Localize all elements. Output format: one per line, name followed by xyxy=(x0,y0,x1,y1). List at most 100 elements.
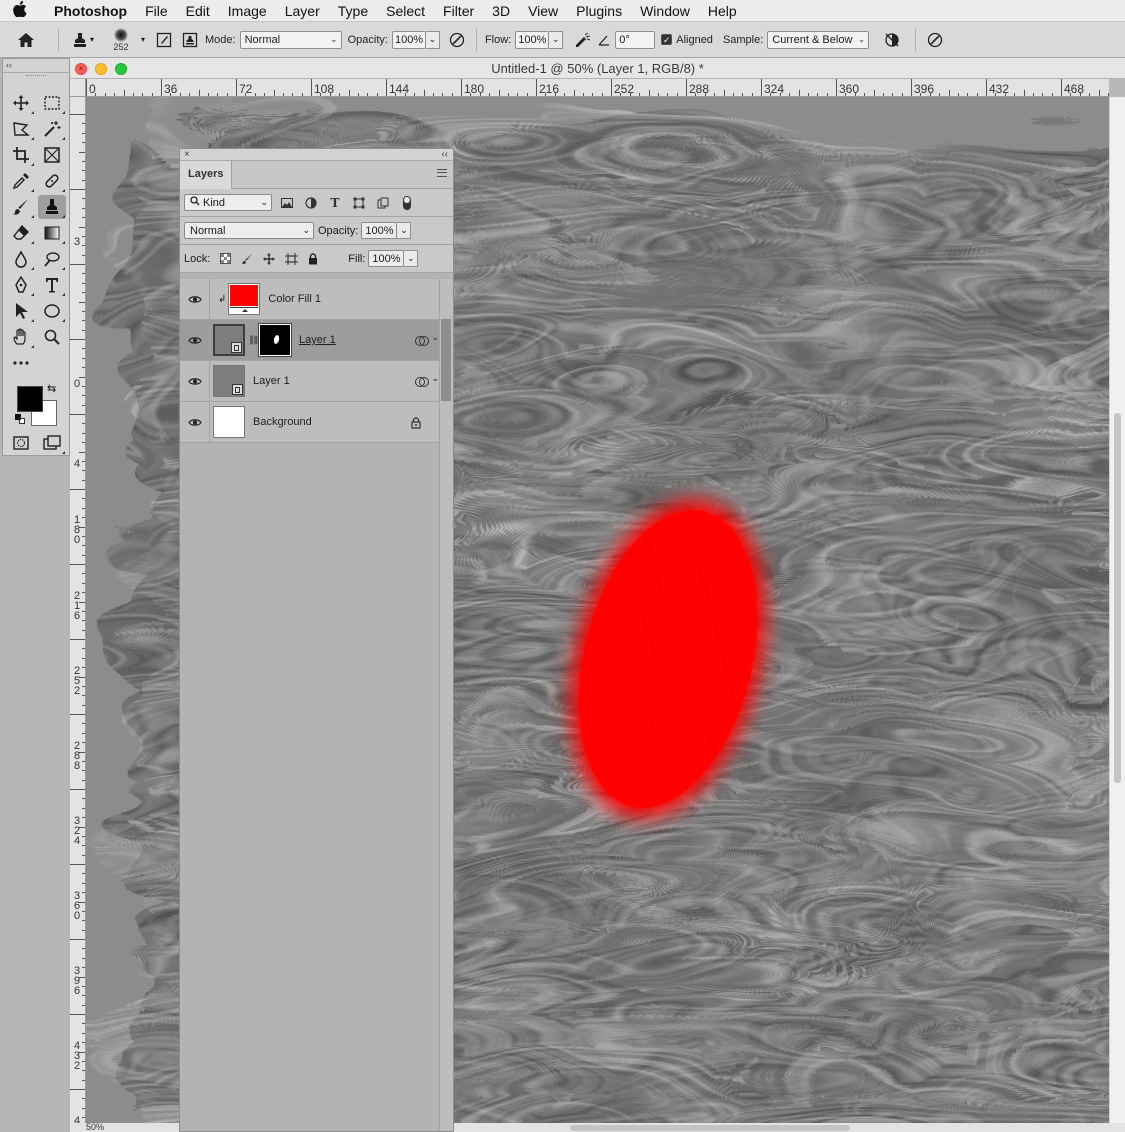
zoom-tool[interactable] xyxy=(38,325,66,349)
chevron-down-icon[interactable]: ⌄ xyxy=(431,373,439,384)
layer-name[interactable]: Background xyxy=(253,416,312,428)
menu-3d[interactable]: 3D xyxy=(483,0,519,22)
layer-thumbnail[interactable] xyxy=(213,406,245,438)
type-layer-filter-icon[interactable]: T xyxy=(326,194,344,212)
blend-mode-select[interactable]: Normal ⌄ xyxy=(184,222,314,239)
visibility-toggle[interactable] xyxy=(180,401,210,443)
scrollbar-thumb[interactable] xyxy=(441,319,451,401)
edit-toolbar-button[interactable] xyxy=(7,351,35,375)
zoom-level[interactable]: 50% xyxy=(86,1123,104,1132)
lock-image-pixels-icon[interactable] xyxy=(239,251,255,267)
layer-row-color-fill-1[interactable]: ↲ Color Fill 1 xyxy=(180,278,439,320)
eyedropper-tool[interactable] xyxy=(7,169,35,193)
layer-name[interactable]: Color Fill 1 xyxy=(268,293,321,305)
path-selection-tool[interactable] xyxy=(7,299,35,323)
vertical-scrollbar[interactable] xyxy=(1109,97,1125,1123)
vertical-ruler[interactable]: 3 0 4 180 216 252 288 324 360 396 432 46… xyxy=(70,97,86,1132)
menu-window[interactable]: Window xyxy=(631,0,699,22)
menu-plugins[interactable]: Plugins xyxy=(567,0,631,22)
angle-input[interactable]: 0° xyxy=(615,30,656,49)
brush-settings-toggle[interactable] xyxy=(151,27,177,53)
filter-toggle-icon[interactable] xyxy=(398,194,416,212)
blur-tool[interactable] xyxy=(7,247,35,271)
close-window-button[interactable]: × xyxy=(75,63,87,75)
panel-menu-icon[interactable] xyxy=(437,169,447,177)
menu-type[interactable]: Type xyxy=(329,0,377,22)
opacity-dropdown[interactable]: ⌄ xyxy=(425,30,440,49)
filter-kind-select[interactable]: Kind ⌄ xyxy=(184,194,272,211)
visibility-toggle[interactable] xyxy=(180,360,210,402)
pressure-opacity-toggle[interactable] xyxy=(444,27,470,53)
menu-help[interactable]: Help xyxy=(699,0,746,22)
layer-opacity-input[interactable]: 100% xyxy=(361,222,398,239)
tool-preset-picker[interactable]: ▾ xyxy=(65,27,101,53)
layer-row-background[interactable]: Background xyxy=(180,401,439,443)
smart-filter-icon[interactable] xyxy=(415,375,429,389)
brush-preset-picker[interactable]: 252 xyxy=(101,27,141,53)
flow-dropdown[interactable]: ⌄ xyxy=(549,30,564,49)
lock-transparency-icon[interactable] xyxy=(217,251,233,267)
layer-row-layer-1-masked[interactable]: ⛓ Layer 1 ⌄ xyxy=(180,319,439,361)
ignore-adjustment-layers-toggle[interactable] xyxy=(875,27,909,53)
pen-tool[interactable] xyxy=(7,273,35,297)
visibility-toggle[interactable] xyxy=(180,278,210,320)
fill-input[interactable]: 100% xyxy=(368,250,405,267)
smart-filter-icon[interactable] xyxy=(415,334,429,348)
layer-thumbnail[interactable] xyxy=(213,324,245,356)
brush-tool[interactable] xyxy=(7,195,35,219)
tab-layers[interactable]: Layers xyxy=(180,161,232,189)
smart-object-filter-icon[interactable] xyxy=(374,194,392,212)
menu-edit[interactable]: Edit xyxy=(177,0,219,22)
type-tool[interactable] xyxy=(38,273,66,297)
menu-layer[interactable]: Layer xyxy=(276,0,329,22)
lock-position-icon[interactable] xyxy=(261,251,277,267)
lock-all-icon[interactable] xyxy=(305,251,321,267)
horizontal-scrollbar-thumb[interactable] xyxy=(570,1125,850,1131)
default-colors-icon[interactable] xyxy=(15,414,25,424)
sample-select[interactable]: Current & Below ⌄ xyxy=(767,30,870,49)
lasso-tool[interactable] xyxy=(7,117,35,141)
move-tool[interactable] xyxy=(7,91,35,115)
swap-colors-icon[interactable]: ⇆ xyxy=(47,382,56,395)
close-icon[interactable]: × xyxy=(184,149,190,160)
aligned-checkbox[interactable]: ✓ Aligned xyxy=(661,34,713,46)
healing-brush-tool[interactable] xyxy=(38,169,66,193)
lock-icon[interactable] xyxy=(409,416,423,430)
hand-tool[interactable] xyxy=(7,325,35,349)
minimize-window-button[interactable] xyxy=(95,63,107,75)
crop-tool[interactable] xyxy=(7,143,35,167)
layer-thumbnail[interactable] xyxy=(213,365,245,397)
apple-menu-icon[interactable] xyxy=(0,0,40,20)
adjustment-layer-filter-icon[interactable] xyxy=(302,194,320,212)
visibility-toggle[interactable] xyxy=(180,319,210,361)
zoom-window-button[interactable] xyxy=(115,63,127,75)
ruler-origin[interactable] xyxy=(70,79,86,97)
opacity-input[interactable]: 100% xyxy=(391,30,426,49)
layer-row-layer-1[interactable]: Layer 1 ⌄ xyxy=(180,360,439,402)
lock-artboard-icon[interactable] xyxy=(283,251,299,267)
layer-name[interactable]: Layer 1 xyxy=(299,334,336,346)
frame-tool[interactable] xyxy=(38,143,66,167)
chain-link-icon[interactable]: ⛓ xyxy=(248,335,259,346)
document-title-bar[interactable]: × Untitled-1 @ 50% (Layer 1, RGB/8) * xyxy=(70,58,1125,79)
magic-wand-tool[interactable] xyxy=(38,117,66,141)
gradient-tool[interactable] xyxy=(38,221,66,245)
layer-thumbnail[interactable] xyxy=(228,283,261,315)
dodge-tool[interactable] xyxy=(38,247,66,271)
screen-mode-button[interactable] xyxy=(38,431,66,455)
clone-stamp-tool[interactable] xyxy=(37,195,66,219)
pressure-size-toggle[interactable] xyxy=(922,27,948,53)
eraser-tool[interactable] xyxy=(7,221,35,245)
menu-view[interactable]: View xyxy=(519,0,567,22)
menu-app-name[interactable]: Photoshop xyxy=(40,0,136,22)
shape-layer-filter-icon[interactable] xyxy=(350,194,368,212)
shape-tool[interactable] xyxy=(38,299,66,323)
horizontal-ruler[interactable]: 0 36 72 108 144 180 216 252 288 324 360 … xyxy=(86,79,1109,97)
scrollbar-thumb[interactable] xyxy=(1114,413,1121,783)
fill-dropdown[interactable]: ⌄ xyxy=(404,250,419,267)
menu-select[interactable]: Select xyxy=(377,0,434,22)
foreground-color-swatch[interactable] xyxy=(17,386,43,412)
layer-list-empty-area[interactable] xyxy=(180,445,439,1131)
mode-select[interactable]: Normal ⌄ xyxy=(239,30,342,49)
home-button[interactable] xyxy=(0,27,52,53)
